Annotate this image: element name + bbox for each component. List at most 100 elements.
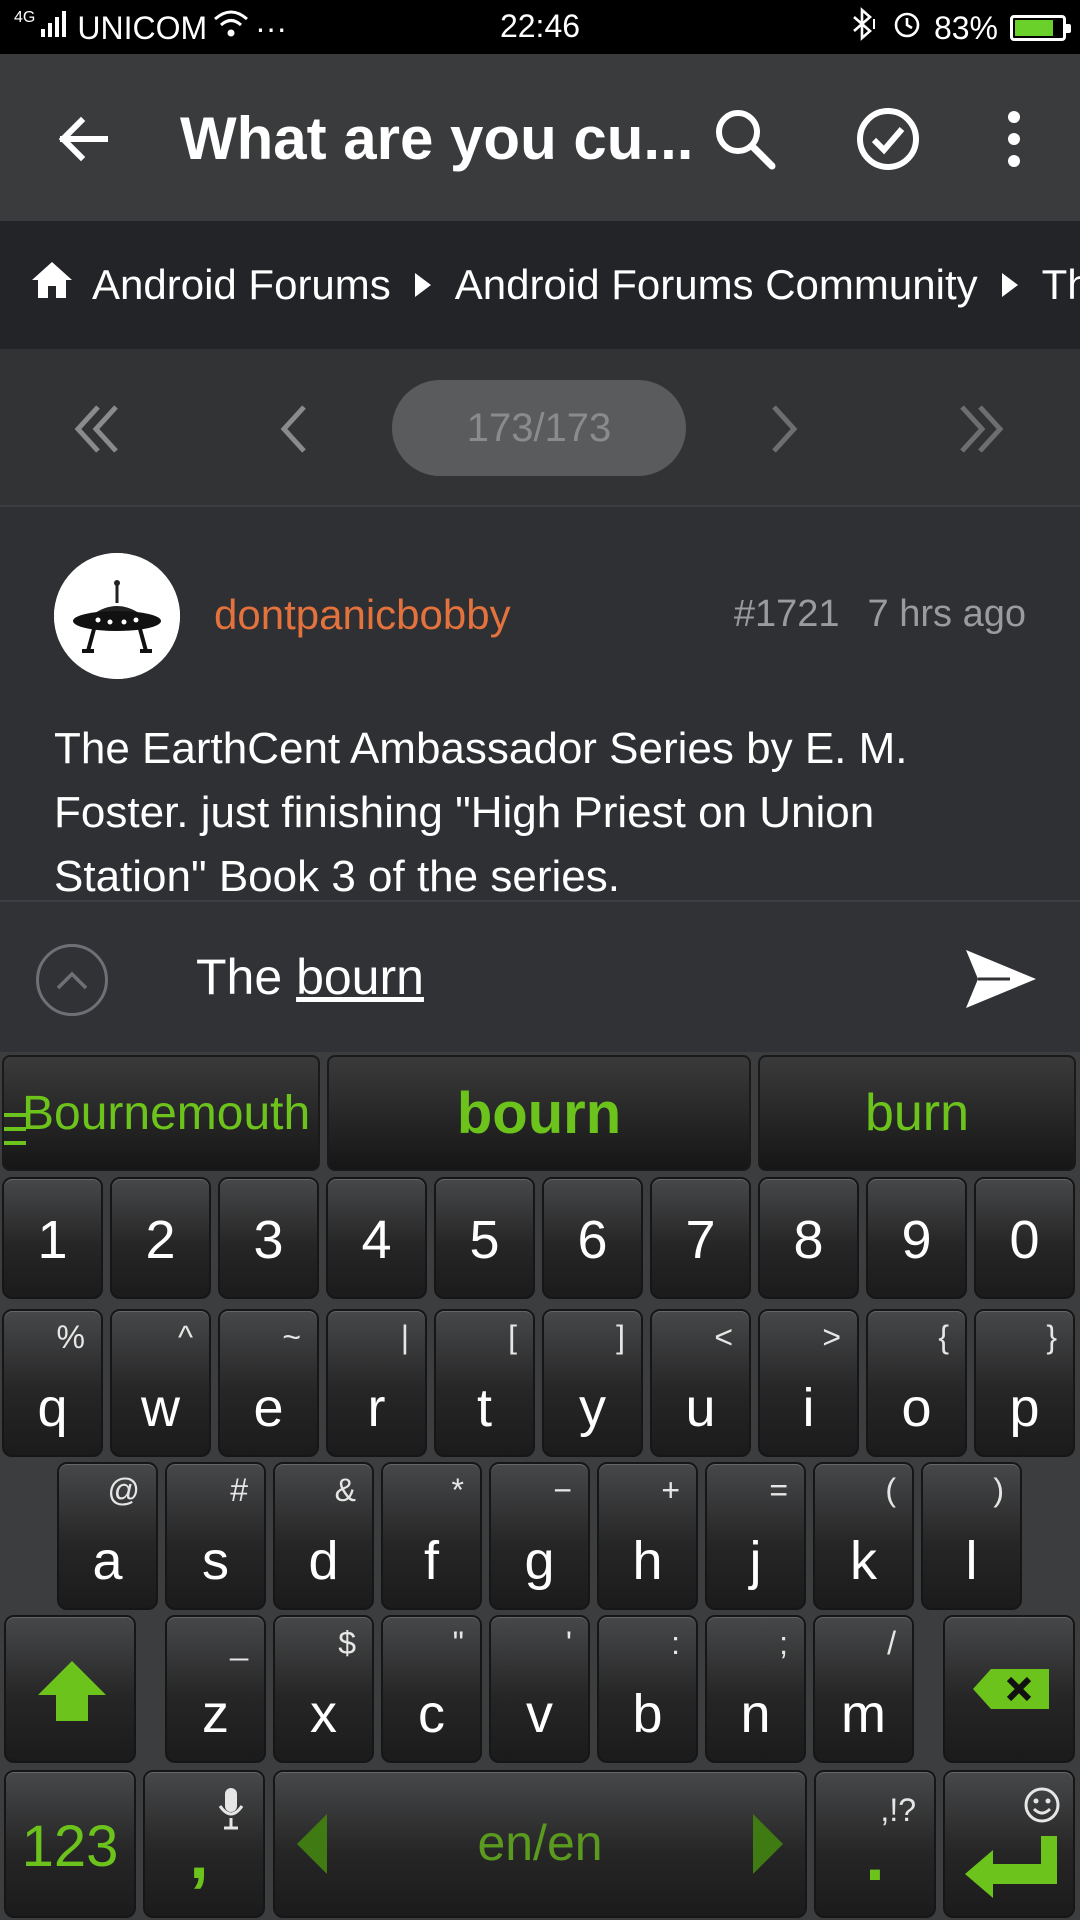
key-g-label: g — [524, 1531, 555, 1591]
expand-editor-button[interactable] — [36, 944, 108, 1016]
post-time: 7 hrs ago — [867, 593, 1026, 635]
key-y-alt: ] — [616, 1319, 625, 1355]
backspace-key[interactable] — [943, 1615, 1075, 1763]
key-h[interactable]: + h — [597, 1462, 698, 1610]
key-x[interactable]: $ x — [273, 1615, 374, 1763]
emoji-icon — [1023, 1786, 1061, 1829]
key-u[interactable]: < u — [650, 1309, 751, 1457]
suggestion-1[interactable]: Bournemouth — [2, 1055, 320, 1171]
suggestion-1-label: Bournemouth — [22, 1086, 311, 1140]
app-bar: What are you cu... — [0, 54, 1080, 221]
suggestion-list-icon — [4, 1099, 26, 1159]
key-j-alt: = — [769, 1472, 788, 1508]
key-i[interactable]: > i — [758, 1309, 859, 1457]
symbols-key[interactable]: 123 — [4, 1770, 136, 1918]
key-8[interactable]: 8 — [758, 1177, 859, 1299]
comma-key[interactable]: , — [143, 1770, 265, 1918]
key-2[interactable]: 2 — [110, 1177, 211, 1299]
key-q-alt: % — [56, 1319, 85, 1355]
key-k-label: k — [850, 1531, 877, 1591]
key-l-alt: ) — [993, 1472, 1004, 1508]
key-o[interactable]: {o — [866, 1309, 967, 1457]
check-circle-icon[interactable] — [843, 94, 933, 184]
search-icon[interactable] — [700, 94, 790, 184]
suggestion-2[interactable]: bourn — [327, 1055, 751, 1171]
key-q-label: q — [37, 1378, 68, 1438]
key-0[interactable]: 0 — [974, 1177, 1075, 1299]
key-l[interactable]: ) l — [921, 1462, 1022, 1610]
key-s[interactable]: # s — [165, 1462, 266, 1610]
key-1-label: 1 — [37, 1210, 68, 1270]
key-d[interactable]: & d — [273, 1462, 374, 1610]
key-v-alt: ' — [565, 1625, 572, 1661]
previous-page-icon[interactable] — [254, 389, 334, 469]
key-m[interactable]: / m — [813, 1615, 914, 1763]
key-q[interactable]: % q — [2, 1309, 103, 1457]
key-t-label: t — [476, 1378, 492, 1438]
home-icon[interactable] — [30, 260, 74, 310]
key-t[interactable]: [t — [434, 1309, 535, 1457]
key-9[interactable]: 9 — [866, 1177, 967, 1299]
key-y[interactable]: ] y — [542, 1309, 643, 1457]
key-k[interactable]: (k — [813, 1462, 914, 1610]
page-indicator[interactable]: 173/173 — [392, 380, 686, 476]
key-4[interactable]: 4 — [326, 1177, 427, 1299]
enter-key[interactable] — [943, 1770, 1075, 1918]
breadcrumb-item-thread[interactable]: The — [1042, 261, 1080, 309]
status-right: 83% — [846, 7, 1071, 48]
breadcrumb-separator-icon — [414, 273, 431, 297]
key-v[interactable]: ' v — [489, 1615, 590, 1763]
key-e[interactable]: ~ e — [218, 1309, 319, 1457]
key-f[interactable]: * f — [381, 1462, 482, 1610]
next-page-icon[interactable] — [744, 389, 824, 469]
key-m-alt: / — [887, 1625, 896, 1661]
shift-icon — [36, 1659, 108, 1728]
reply-composing-word: bourn — [296, 949, 424, 1005]
key-w[interactable]: ^ w — [110, 1309, 211, 1457]
key-p-alt: } — [1046, 1319, 1057, 1355]
first-page-icon[interactable] — [58, 389, 138, 469]
key-3[interactable]: 3 — [218, 1177, 319, 1299]
suggestion-3[interactable]: burn — [758, 1055, 1076, 1171]
enter-icon — [963, 1834, 1059, 1905]
reply-input[interactable]: The bourn — [196, 948, 424, 1006]
language-right-icon — [751, 1812, 785, 1881]
battery-level — [1015, 20, 1054, 36]
key-r[interactable]: | r — [326, 1309, 427, 1457]
page-title: What are you cu... — [180, 105, 694, 172]
suggestion-2-label: bourn — [456, 1080, 622, 1146]
key-f-label: f — [423, 1531, 439, 1591]
key-a-label: a — [92, 1531, 123, 1591]
send-icon[interactable] — [960, 944, 1040, 1014]
post-number[interactable]: #1721 — [734, 593, 840, 636]
space-key[interactable]: en/en — [273, 1770, 807, 1918]
breadcrumb-item-community[interactable]: Android Forums Community — [455, 261, 978, 309]
period-key[interactable]: ,!? . — [814, 1770, 936, 1918]
post-username[interactable]: dontpanicbobby — [214, 591, 511, 639]
key-p[interactable]: } p — [974, 1309, 1075, 1457]
last-page-icon[interactable] — [940, 389, 1020, 469]
post-meta: #1721 7 hrs ago — [734, 593, 1026, 636]
shift-key[interactable] — [4, 1615, 136, 1763]
key-5[interactable]: 5 — [434, 1177, 535, 1299]
key-5-label: 5 — [469, 1210, 500, 1270]
key-c[interactable]: " c — [381, 1615, 482, 1763]
key-6[interactable]: 6 — [542, 1177, 643, 1299]
key-a[interactable]: @ a — [57, 1462, 158, 1610]
avatar[interactable] — [54, 553, 180, 679]
key-u-alt: < — [714, 1319, 733, 1355]
key-g[interactable]: − g — [489, 1462, 590, 1610]
breadcrumb-separator-icon — [1001, 273, 1018, 297]
key-n[interactable]: ; n — [705, 1615, 806, 1763]
key-2-label: 2 — [145, 1210, 176, 1270]
period-key-label: . — [865, 1817, 885, 1895]
key-m-label: m — [841, 1684, 886, 1744]
key-z[interactable]: _ z — [165, 1615, 266, 1763]
more-vert-icon[interactable] — [969, 94, 1059, 184]
key-b[interactable]: :b — [597, 1615, 698, 1763]
back-arrow-icon[interactable] — [38, 94, 128, 184]
key-7[interactable]: 7 — [650, 1177, 751, 1299]
breadcrumb-item-android-forums[interactable]: Android Forums — [92, 261, 391, 309]
key-1[interactable]: 1 — [2, 1177, 103, 1299]
key-j[interactable]: = j — [705, 1462, 806, 1610]
